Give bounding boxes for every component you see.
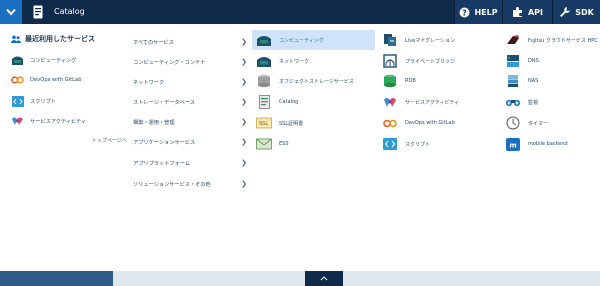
chevron-up-icon bbox=[320, 276, 328, 281]
service-devops[interactable]: DevOps with GitLab bbox=[382, 113, 455, 133]
service-menu-panel: 最近利用したサービス コンピューティング DevOps with GitLab … bbox=[0, 24, 600, 271]
recent-item-computing[interactable]: コンピューティング bbox=[11, 53, 76, 67]
category-app-platform[interactable]: アプリプラットフォーム ❯ bbox=[133, 153, 251, 173]
service-nas[interactable]: NAS bbox=[505, 71, 538, 91]
services-grid: コンピューティング ネットワーク オブジェクトストレージサービス Catalog… bbox=[252, 24, 600, 204]
category-application-services[interactable]: アプリケーションサービス ❯ bbox=[133, 132, 251, 152]
bottom-bar bbox=[0, 271, 600, 286]
svg-text:m: m bbox=[509, 141, 516, 149]
catalog-icon bbox=[256, 95, 272, 109]
recent-item-script[interactable]: スクリプト bbox=[11, 94, 56, 108]
chevron-down-icon bbox=[6, 8, 16, 16]
chevron-right-icon: ❯ bbox=[241, 98, 247, 106]
recent-services-heading: 最近利用したサービス bbox=[11, 34, 95, 44]
service-activity-icon bbox=[382, 95, 398, 109]
script-icon bbox=[11, 95, 24, 107]
help-icon: ? bbox=[459, 7, 470, 17]
sdk-button[interactable]: SDK bbox=[552, 0, 600, 24]
mobile-backend-icon: m bbox=[505, 137, 521, 151]
devops-icon bbox=[11, 75, 24, 86]
chevron-right-icon: ❯ bbox=[241, 138, 247, 146]
svg-text:?: ? bbox=[463, 8, 468, 17]
svg-text:SSL: SSL bbox=[259, 121, 268, 127]
catalog-book-icon bbox=[33, 5, 43, 19]
chevron-right-icon: ❯ bbox=[241, 118, 247, 126]
service-rdb[interactable]: RDB bbox=[382, 71, 416, 91]
menu-toggle-button[interactable] bbox=[0, 0, 22, 24]
page-title: Catalog bbox=[54, 7, 85, 16]
category-column: すべてのサービス ❯ コンピューティング・コンテナ ❯ ネットワーク ❯ ストレージ・… bbox=[125, 24, 252, 204]
chevron-right-icon: ❯ bbox=[241, 180, 247, 188]
help-label: HELP bbox=[474, 7, 498, 17]
script-icon bbox=[382, 137, 398, 151]
network-icon bbox=[256, 54, 272, 68]
clock-icon bbox=[505, 116, 521, 130]
recent-item-service-activity[interactable]: サービスアクティビティ bbox=[11, 114, 86, 128]
hpc-icon bbox=[505, 33, 521, 47]
category-network[interactable]: ネットワーク ❯ bbox=[133, 72, 251, 92]
category-all-services[interactable]: すべてのサービス ❯ bbox=[133, 32, 251, 52]
recent-services-column: 最近利用したサービス コンピューティング DevOps with GitLab … bbox=[0, 24, 127, 204]
category-storage-database[interactable]: ストレージ・データベース ❯ bbox=[133, 92, 251, 112]
service-service-activity[interactable]: サービスアクティビティ bbox=[382, 92, 459, 112]
dns-icon bbox=[505, 54, 521, 68]
puzzle-icon bbox=[512, 7, 522, 17]
service-ssl-certificate[interactable]: SSL SSL証明書 bbox=[256, 113, 303, 133]
ssl-certificate-icon: SSL bbox=[256, 116, 272, 130]
bottom-accent-segment bbox=[0, 271, 113, 286]
service-mobile-backend[interactable]: m mobile backend bbox=[505, 134, 568, 154]
users-icon bbox=[11, 35, 21, 43]
wrench-icon bbox=[560, 7, 571, 17]
nas-icon bbox=[505, 74, 521, 88]
service-monitoring[interactable]: 監視 bbox=[505, 92, 538, 112]
service-network[interactable]: ネットワーク bbox=[256, 51, 309, 71]
object-storage-icon bbox=[256, 74, 272, 88]
private-bridge-icon bbox=[382, 54, 398, 68]
live-migration-icon bbox=[382, 33, 398, 47]
service-activity-icon bbox=[11, 116, 24, 127]
service-live-migration[interactable]: Liveマイグレーション bbox=[382, 30, 455, 50]
service-catalog[interactable]: Catalog bbox=[256, 92, 298, 112]
chevron-right-icon: ❯ bbox=[241, 38, 247, 46]
devops-icon bbox=[382, 116, 398, 130]
service-object-storage[interactable]: オブジェクトストレージサービス bbox=[256, 71, 354, 91]
computing-icon bbox=[11, 55, 24, 66]
service-hpc[interactable]: Fujitsu クラウドサービス HPC bbox=[505, 30, 598, 50]
chevron-right-icon: ❯ bbox=[241, 159, 247, 167]
service-ess[interactable]: ESS bbox=[256, 134, 289, 154]
collapse-menu-button[interactable] bbox=[305, 271, 343, 286]
help-button[interactable]: ? HELP bbox=[454, 0, 502, 24]
api-label: API bbox=[527, 7, 544, 17]
chevron-right-icon: ❯ bbox=[241, 58, 247, 66]
service-timer[interactable]: タイマー bbox=[505, 113, 548, 133]
category-build-operation[interactable]: 構築・運用・管理 ❯ bbox=[133, 112, 251, 132]
service-dns[interactable]: DNS bbox=[505, 51, 539, 71]
sdk-label: SDK bbox=[575, 7, 594, 17]
api-button[interactable]: API bbox=[502, 0, 552, 24]
top-bar: Catalog ? HELP API SDK bbox=[0, 0, 600, 24]
service-script[interactable]: スクリプト bbox=[382, 134, 430, 154]
computing-icon bbox=[256, 33, 272, 47]
service-computing[interactable]: コンピューティング bbox=[252, 30, 375, 50]
ess-icon bbox=[256, 137, 272, 151]
service-private-bridge[interactable]: プライベートブリッジ bbox=[382, 51, 455, 71]
chevron-right-icon: ❯ bbox=[241, 78, 247, 86]
recent-item-devops[interactable]: DevOps with GitLab bbox=[11, 73, 82, 87]
top-page-link[interactable]: トップページへ bbox=[92, 137, 127, 144]
binoculars-icon bbox=[505, 95, 521, 109]
category-computing-container[interactable]: コンピューティング・コンテナ ❯ bbox=[133, 52, 251, 72]
rdb-icon bbox=[382, 74, 398, 88]
category-solution-other[interactable]: ソリューションサービス・その他 ❯ bbox=[133, 174, 251, 194]
